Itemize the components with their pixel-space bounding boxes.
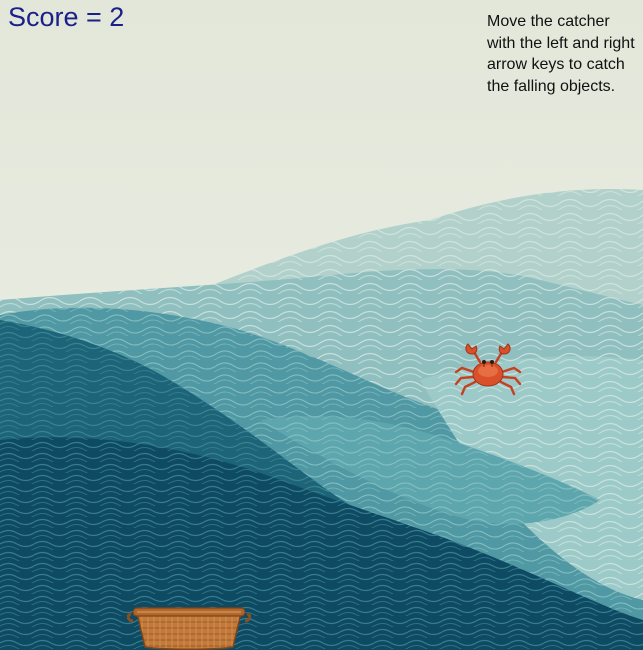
instructions-text: Move the catcher with the left and right…: [487, 13, 635, 95]
score-display: Score = 2: [8, 2, 125, 32]
crab-falling-object: [454, 343, 522, 396]
basket-catcher[interactable]: [127, 601, 251, 650]
game-canvas[interactable]: Score = 2 Move the catcher with the left…: [0, 0, 643, 650]
ocean-waves-background: [0, 0, 643, 650]
